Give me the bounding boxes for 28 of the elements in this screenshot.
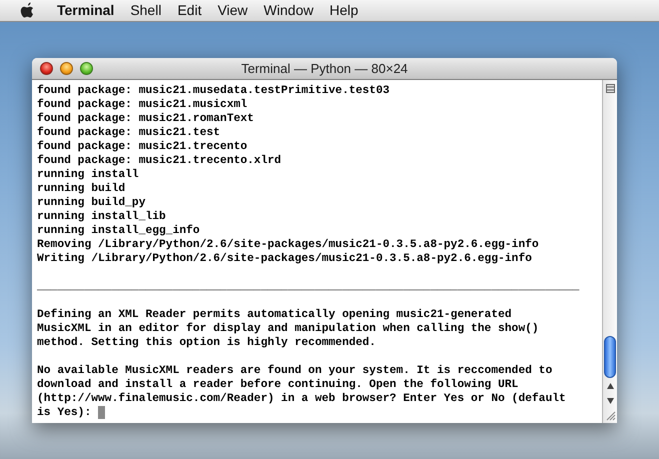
terminal-line: method. Setting this option is highly recommended. xyxy=(37,336,376,350)
terminal-line: found package: music21.trecento.xlrd xyxy=(37,154,282,168)
terminal-line: running install_lib xyxy=(37,210,166,224)
terminal-line: found package: music21.musedata.testPrimitive.test03 xyxy=(37,84,390,98)
menu-item[interactable]: Edit xyxy=(169,0,210,21)
terminal-line: running install xyxy=(37,168,139,182)
menu-item[interactable]: Help xyxy=(321,0,366,21)
menu-item[interactable]: View xyxy=(210,0,256,21)
terminal-line: ________________________________________________________________________________ xyxy=(37,280,580,294)
terminal-line: found package: music21.musicxml xyxy=(37,98,248,112)
terminal-line: Defining an XML Reader permits automatically opening music21-generated xyxy=(37,308,512,322)
terminal-line: running install_egg_info xyxy=(37,224,200,238)
terminal-line: found package: music21.trecento xyxy=(37,140,248,154)
terminal-line: Writing /Library/Python/2.6/site-packages/music21-0.3.5.a8-py2.6.egg-info xyxy=(37,252,532,266)
terminal-line: Removing /Library/Python/2.6/site-packages/music21-0.3.5.a8-py2.6.egg-info xyxy=(37,238,539,252)
terminal-line: MusicXML in an editor for display and manipulation when calling the show() xyxy=(37,322,539,336)
menu-item[interactable]: Window xyxy=(256,0,322,21)
terminal-line: running build_py xyxy=(37,196,146,210)
terminal-line: download and install a reader before continuing. Open the following URL xyxy=(37,378,518,392)
terminal-line: is Yes): xyxy=(37,406,92,420)
menu-item[interactable]: Shell xyxy=(122,0,170,21)
terminal-line: (http://www.finalemusic.com/Reader) in a web browser? Enter Yes or No (default xyxy=(37,392,566,406)
menu-app-name[interactable]: Terminal xyxy=(49,0,122,21)
terminal-line: found package: music21.test xyxy=(37,126,220,140)
terminal-line: found package: music21.romanText xyxy=(37,112,254,126)
terminal-line: No available MusicXML readers are found on your system. It is reccomended to xyxy=(37,364,552,378)
terminal-line: running build xyxy=(37,182,126,196)
window-title: Terminal — Python — 80×24 xyxy=(241,60,408,78)
